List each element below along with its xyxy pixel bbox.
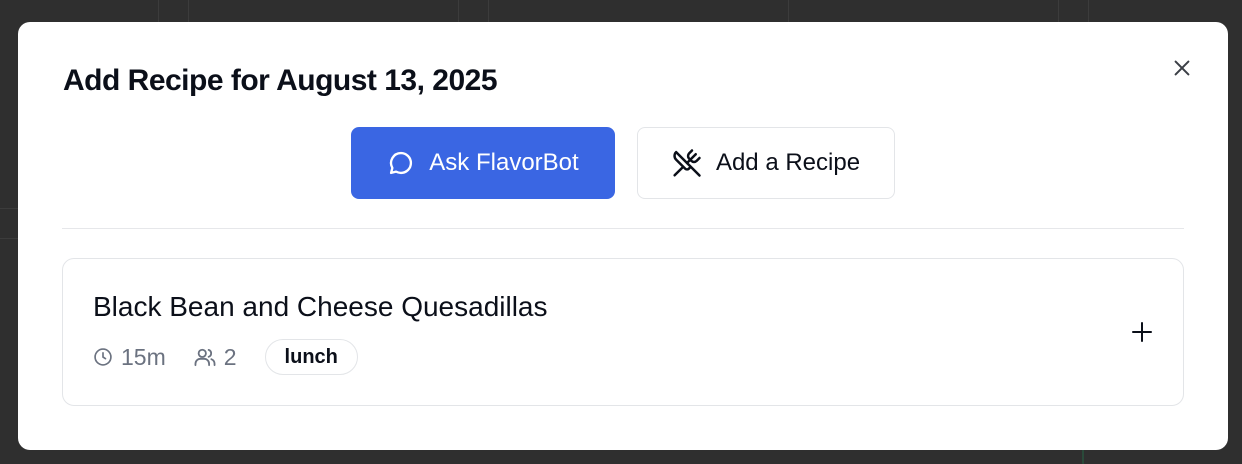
ask-flavorbot-button[interactable]: Ask FlavorBot xyxy=(351,127,615,199)
servings: 2 xyxy=(194,344,237,371)
background-divider xyxy=(488,0,489,24)
modal-title: Add Recipe for August 13, 2025 xyxy=(63,64,498,97)
ask-flavorbot-label: Ask FlavorBot xyxy=(429,149,579,176)
add-a-recipe-button[interactable]: Add a Recipe xyxy=(637,127,895,199)
users-icon xyxy=(194,348,216,367)
add-recipe-to-day-button[interactable] xyxy=(1127,317,1157,347)
background-divider xyxy=(788,0,789,24)
prep-time: 15m xyxy=(93,344,166,371)
utensils-crossed-icon xyxy=(673,149,701,177)
recipe-title: Black Bean and Cheese Quesadillas xyxy=(93,291,548,322)
add-recipe-modal: Add Recipe for August 13, 2025 Ask Flavo… xyxy=(18,22,1228,450)
servings-value: 2 xyxy=(223,343,237,370)
section-divider xyxy=(62,228,1184,229)
background-divider xyxy=(458,0,459,24)
recipe-meta: 15m 2 lunch xyxy=(93,339,358,375)
recipe-card[interactable]: Black Bean and Cheese Quesadillas 15m 2 … xyxy=(62,258,1184,406)
chat-bubble-icon xyxy=(390,151,413,175)
plus-icon xyxy=(1132,322,1152,342)
background-divider xyxy=(0,208,18,209)
modal-actions: Ask FlavorBot Add a Recipe xyxy=(351,127,895,199)
background-divider xyxy=(158,0,159,24)
background-divider xyxy=(188,0,189,24)
meal-tag-badge: lunch xyxy=(264,339,358,375)
close-icon xyxy=(1174,60,1190,76)
close-button[interactable] xyxy=(1166,52,1198,84)
background-divider xyxy=(1088,0,1089,24)
add-a-recipe-label: Add a Recipe xyxy=(715,149,861,176)
clock-icon xyxy=(94,348,112,366)
background-divider xyxy=(0,238,18,239)
prep-time-value: 15m xyxy=(121,343,166,370)
background-divider xyxy=(1058,0,1059,24)
